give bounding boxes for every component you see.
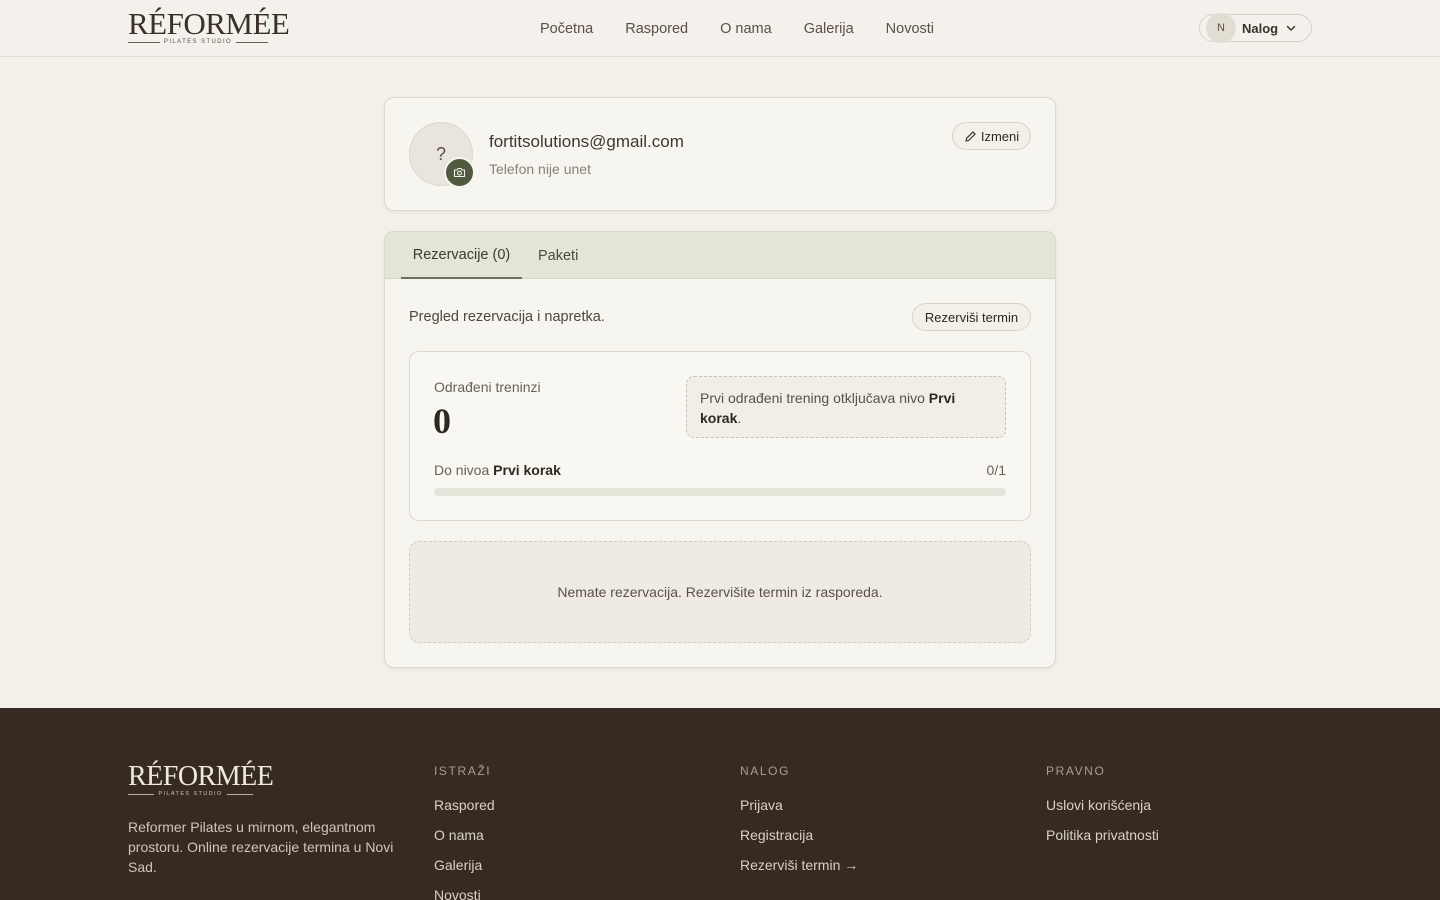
tab-packages[interactable]: Paketi — [538, 232, 578, 279]
footer-link-rezervisi-termin[interactable]: Rezerviši termin → — [740, 856, 858, 875]
level-unlock-hint: Prvi odrađeni trening otključava nivo Pr… — [686, 376, 1006, 438]
nav-item-o-nama[interactable]: O nama — [720, 21, 772, 37]
profile-card: ? fortitsolutions@gmail.com Telefon nije… — [384, 97, 1056, 211]
edit-profile-button[interactable]: Izmeni — [952, 122, 1031, 150]
tab-bar: Rezervacije (0) Paketi — [385, 232, 1055, 279]
footer-link-registracija[interactable]: Registracija — [740, 826, 858, 845]
pencil-icon — [965, 130, 976, 142]
footer-brand-name: RÉFORMÉE — [128, 761, 274, 792]
site-header: RÉFORMÉE PILATES STUDIO Početna Raspored… — [0, 0, 1440, 57]
completed-trainings-label: Odrađeni treninzi — [434, 379, 541, 395]
footer-brand-tagline: PILATES STUDIO — [158, 791, 223, 797]
nav-item-raspored[interactable]: Raspored — [625, 21, 688, 37]
progress-count: 0/1 — [986, 462, 1006, 478]
profile-phone: Telefon nije unet — [489, 161, 591, 177]
progress-prefix: Do nivoa — [434, 462, 494, 478]
training-stats-panel: Odrađeni treninzi 0 Prvi odrađeni trenin… — [409, 351, 1031, 521]
nav-item-novosti[interactable]: Novosti — [886, 21, 934, 37]
footer-link-galerija[interactable]: Galerija — [434, 856, 495, 875]
progress-label: Do nivoa Prvi korak — [434, 462, 561, 478]
footer-column-title: NALOG — [740, 764, 791, 778]
level-progress-bar — [434, 488, 1006, 496]
account-menu-button[interactable]: N Nalog — [1199, 13, 1312, 43]
reservations-card: Rezervacije (0) Paketi Pregled rezervaci… — [384, 231, 1056, 668]
main-nav: Početna Raspored O nama Galerija Novosti — [540, 0, 934, 57]
footer-column-legal: PRAVNO Uslovi korišćenja Politika privat… — [1046, 764, 1159, 856]
empty-reservations-state: Nemate rezervacija. Rezervišite termin i… — [409, 541, 1031, 643]
completed-trainings-count: 0 — [433, 401, 451, 441]
edit-profile-label: Izmeni — [980, 128, 1020, 144]
footer-brand-logo[interactable]: RÉFORMÉE PILATES STUDIO — [128, 761, 274, 797]
footer-column-explore: ISTRAŽI Raspored O nama Galerija Novosti — [434, 764, 495, 900]
nav-item-pocetna[interactable]: Početna — [540, 21, 593, 37]
nav-item-galerija[interactable]: Galerija — [804, 21, 854, 37]
empty-reservations-message: Nemate rezervacija. Rezervišite termin i… — [557, 584, 883, 600]
site-footer: RÉFORMÉE PILATES STUDIO Reformer Pilates… — [0, 708, 1440, 900]
progress-level: Prvi korak — [493, 462, 561, 478]
tab-reservations[interactable]: Rezervacije (0) — [401, 232, 522, 279]
brand-name: RÉFORMÉE — [128, 6, 290, 41]
account-avatar: N — [1206, 13, 1236, 43]
footer-link-prijava[interactable]: Prijava — [740, 796, 858, 815]
brand-logo[interactable]: RÉFORMÉE PILATES STUDIO — [128, 6, 290, 45]
profile-email: fortitsolutions@gmail.com — [489, 132, 684, 151]
reservations-overview-text: Pregled rezervacija i napretka. — [409, 309, 605, 325]
footer-link-novosti[interactable]: Novosti — [434, 886, 495, 900]
footer-column-title: PRAVNO — [1046, 764, 1106, 778]
book-session-button[interactable]: Rezerviši termin — [912, 303, 1031, 331]
unlock-prefix: Prvi odrađeni trening otključava nivo — [700, 390, 929, 406]
account-label: Nalog — [1242, 20, 1279, 36]
camera-icon — [453, 167, 466, 178]
upload-photo-button[interactable] — [444, 157, 475, 188]
chevron-down-icon — [1286, 25, 1296, 31]
footer-link-privacy[interactable]: Politika privatnosti — [1046, 826, 1159, 845]
footer-column-title: ISTRAŽI — [434, 764, 492, 778]
footer-link-terms[interactable]: Uslovi korišćenja — [1046, 796, 1159, 815]
brand-tagline: PILATES STUDIO — [163, 39, 233, 45]
footer-column-account: NALOG Prijava Registracija Rezerviši ter… — [740, 764, 858, 886]
footer-link-raspored[interactable]: Raspored — [434, 796, 495, 815]
footer-link-o-nama[interactable]: O nama — [434, 826, 495, 845]
footer-description: Reformer Pilates u mirnom, elegantnom pr… — [128, 819, 394, 875]
unlock-suffix: . — [737, 410, 742, 426]
